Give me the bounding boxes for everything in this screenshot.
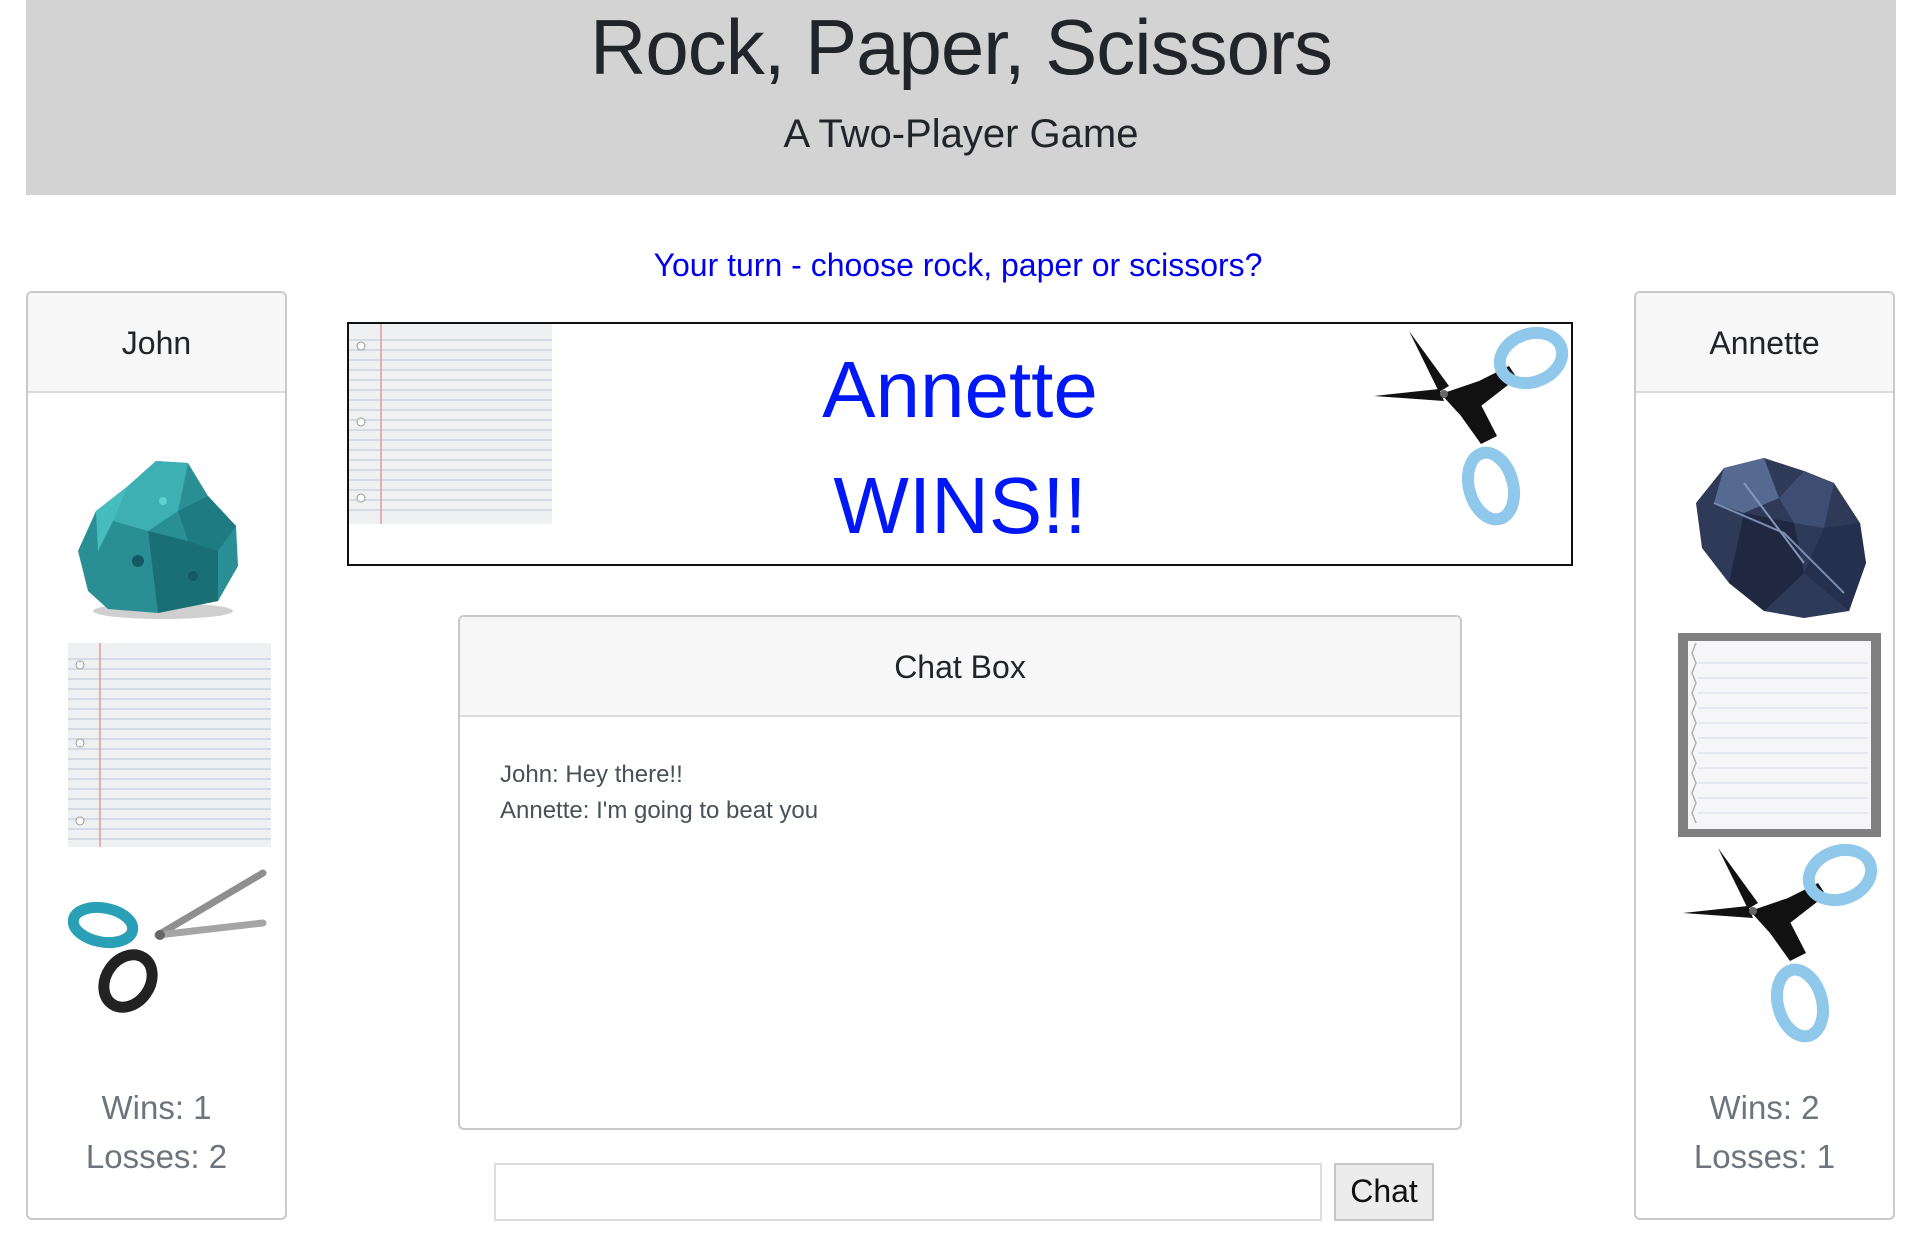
chat-box: Chat Box John: Hey there!! Annette: I'm … <box>458 615 1462 1130</box>
page-title: Rock, Paper, Scissors <box>590 3 1333 91</box>
paper-image <box>1678 633 1881 837</box>
rock-image <box>78 461 238 619</box>
rock-choice[interactable] <box>1684 443 1869 623</box>
jumbotron-header: Rock, Paper, Scissors A Two-Player Game <box>26 0 1896 195</box>
paper-choice[interactable] <box>68 643 271 847</box>
scissors-choice[interactable] <box>68 863 268 1023</box>
wins-count: Wins: 1 <box>101 1089 212 1126</box>
scissors-image <box>68 869 267 1013</box>
chat-messages: John: Hey there!! Annette: I'm going to … <box>460 717 1460 869</box>
scissors-image <box>1374 326 1569 526</box>
rock-choice[interactable] <box>68 441 253 621</box>
player-card-john: John Wins: 1 Losses: 2 <box>26 291 287 1220</box>
chat-box-title: Chat Box <box>460 617 1460 717</box>
paper-choice-selected[interactable] <box>1678 633 1881 837</box>
page-subtitle: A Two-Player Game <box>783 112 1139 156</box>
wins-count: Wins: 2 <box>1709 1089 1820 1126</box>
chat-message: John: Hey there!! <box>500 761 683 788</box>
rock-image <box>1696 458 1866 618</box>
turn-message: Your turn - choose rock, paper or scisso… <box>653 247 1263 283</box>
chat-input[interactable] <box>494 1163 1322 1221</box>
chat-send-button[interactable]: Chat <box>1334 1163 1434 1221</box>
paper-image <box>68 643 271 847</box>
result-box: Annette WINS!! <box>347 322 1573 566</box>
result-right-choice <box>1369 326 1569 526</box>
losses-count: Losses: 1 <box>1693 1138 1836 1175</box>
chat-message: Annette: I'm going to beat you <box>500 797 819 824</box>
scissors-image <box>1683 843 1878 1043</box>
player-card-annette: Annette Wins: 2 Losses: 1 <box>1634 291 1895 1220</box>
player-name: Annette <box>1636 293 1893 393</box>
scissors-choice[interactable] <box>1678 843 1878 1043</box>
losses-count: Losses: 2 <box>85 1138 228 1175</box>
player-name: John <box>28 293 285 393</box>
